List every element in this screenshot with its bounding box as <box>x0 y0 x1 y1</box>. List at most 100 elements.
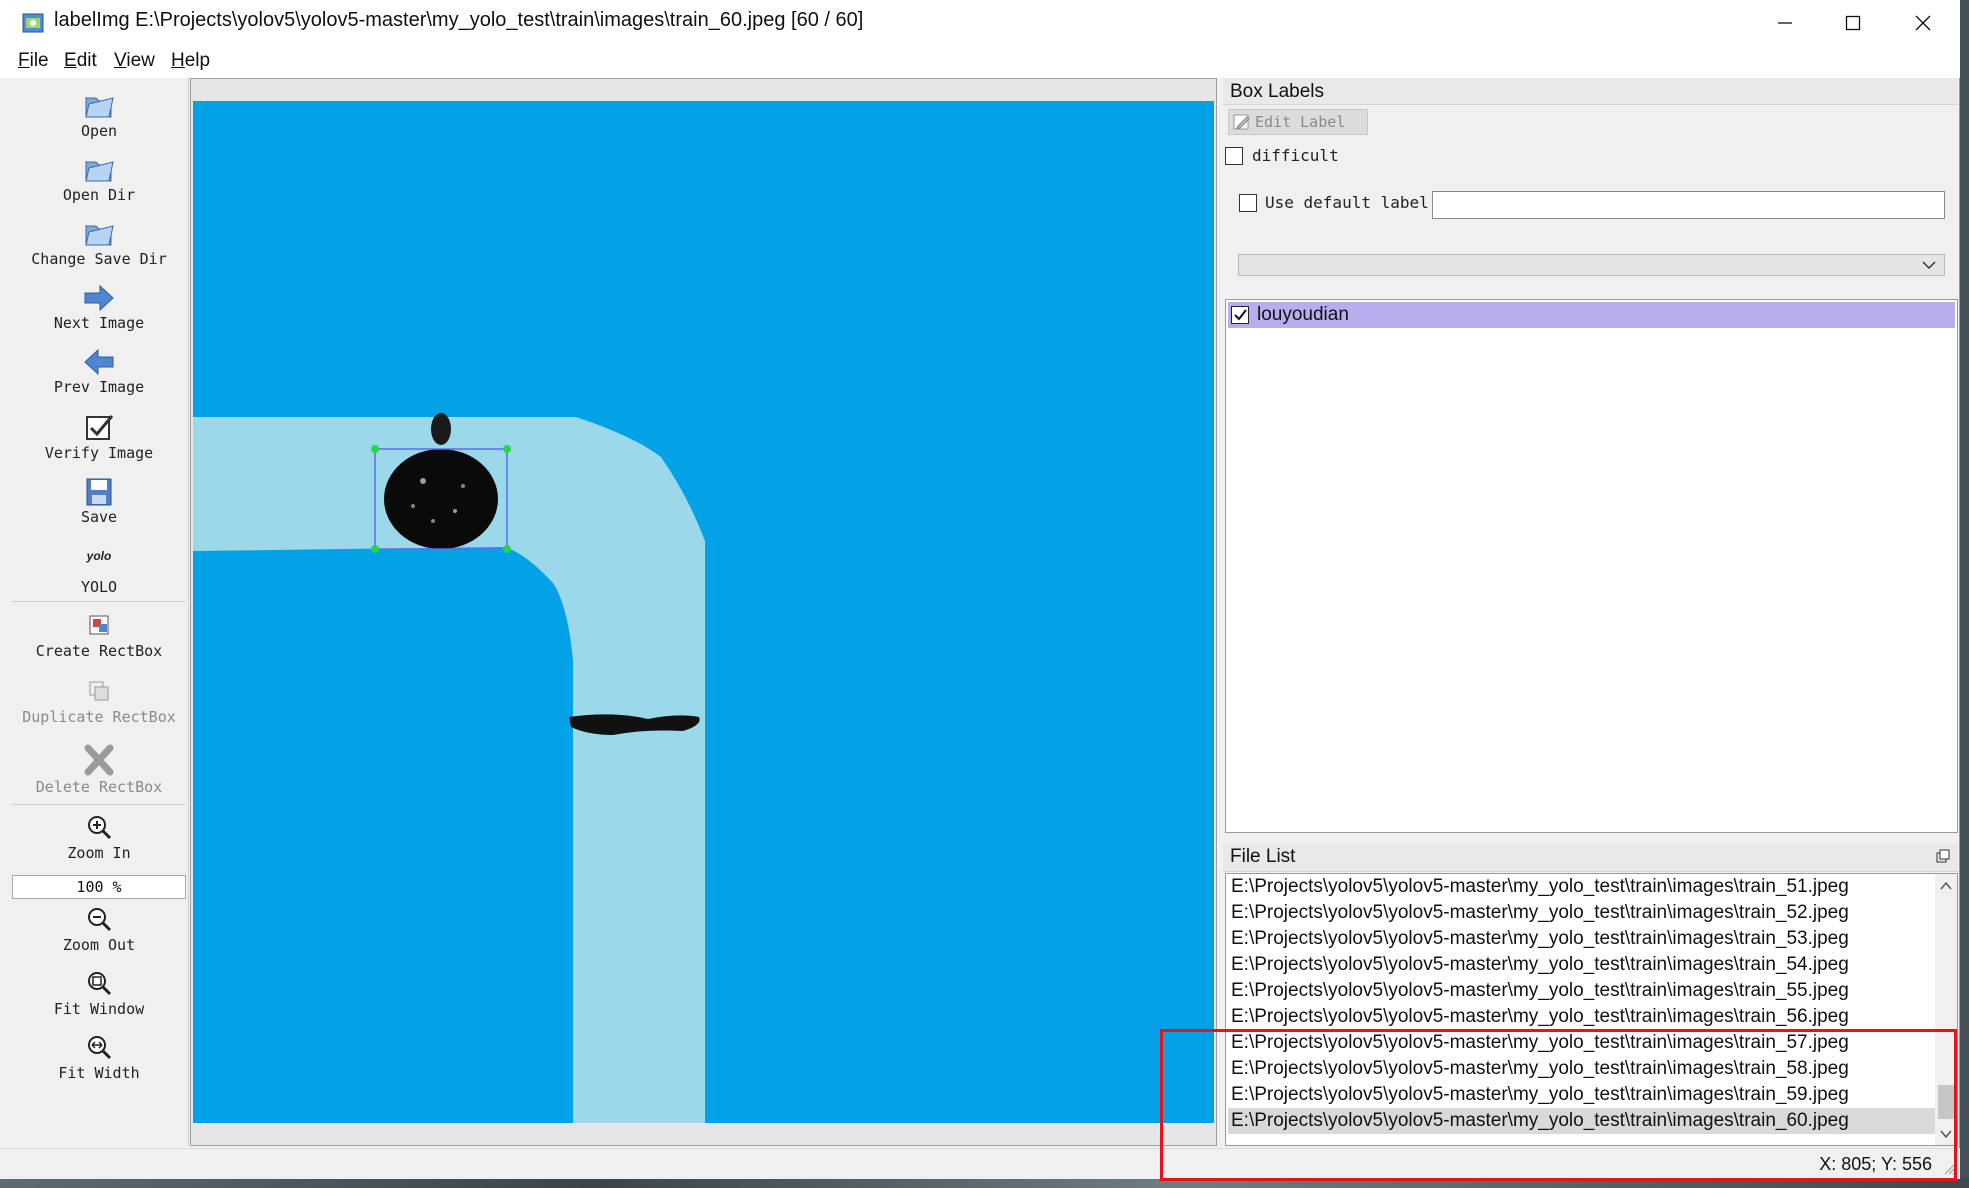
toolbar-separator <box>12 804 186 805</box>
bbox-handle[interactable] <box>371 545 379 553</box>
scroll-down-icon[interactable] <box>1935 1126 1957 1142</box>
folder-icon <box>85 161 114 182</box>
menu-bar: File Edit View Help <box>0 46 1960 78</box>
duplicate-rectbox-button[interactable]: Duplicate RectBox <box>10 676 188 726</box>
label-list-item[interactable]: louyoudian <box>1228 302 1955 328</box>
zoom-value-spinbox[interactable]: 100 % <box>12 875 186 899</box>
open-dir-label: Open Dir <box>62 186 136 204</box>
file-list-item[interactable]: E:\Projects\yolov5\yolov5-master\my_yolo… <box>1228 900 1936 926</box>
verify-image-button[interactable]: Verify Image <box>10 412 188 462</box>
file-list-item[interactable]: E:\Projects\yolov5\yolov5-master\my_yolo… <box>1228 1030 1936 1056</box>
default-label-input[interactable] <box>1432 191 1945 219</box>
file-list-item[interactable]: E:\Projects\yolov5\yolov5-master\my_yolo… <box>1228 978 1936 1004</box>
chevron-down-icon <box>1922 261 1936 270</box>
create-rectbox-button[interactable]: Create RectBox <box>10 610 188 660</box>
edit-icon <box>1233 114 1250 130</box>
close-button[interactable] <box>1888 0 1958 46</box>
create-rectbox-label: Create RectBox <box>35 642 163 660</box>
window-title: labelImg E:\Projects\yolov5\yolov5-maste… <box>54 9 864 31</box>
prev-image-label: Prev Image <box>53 378 145 396</box>
desktop-background <box>0 1178 1969 1188</box>
label-visible-checkbox[interactable] <box>1231 306 1249 324</box>
resize-grip-icon[interactable] <box>1942 1161 1956 1175</box>
next-image-button[interactable]: Next Image <box>10 282 188 332</box>
cursor-coordinates: X: 805; Y: 556 <box>1819 1154 1932 1174</box>
folder-open-icon <box>85 97 114 118</box>
status-bar: X: 805; Y: 556 <box>0 1148 1960 1179</box>
scroll-up-icon[interactable] <box>1935 878 1957 894</box>
duplicate-rectbox-label: Duplicate RectBox <box>22 708 176 726</box>
label-combo-box[interactable] <box>1238 254 1945 276</box>
open-dir-button[interactable]: Open Dir <box>10 154 188 204</box>
use-default-label-checkbox[interactable] <box>1239 194 1257 212</box>
edit-label-text: Edit Label <box>1255 113 1346 131</box>
file-list-scrollbar[interactable] <box>1935 874 1957 1145</box>
minimize-button[interactable] <box>1750 0 1820 46</box>
title-bar[interactable]: labelImg E:\Projects\yolov5\yolov5-maste… <box>0 0 1960 46</box>
menu-help[interactable]: Help <box>171 50 210 72</box>
next-image-label: Next Image <box>53 314 145 332</box>
labelimg-app-icon <box>22 13 44 33</box>
prev-image-button[interactable]: Prev Image <box>10 346 188 396</box>
zoom-in-button[interactable]: Zoom In <box>10 812 188 862</box>
delete-rectbox-label: Delete RectBox <box>35 778 163 796</box>
bbox-handle[interactable] <box>503 445 511 453</box>
difficult-checkbox[interactable] <box>1225 147 1243 165</box>
minimize-icon <box>1778 22 1792 24</box>
edit-label-button[interactable]: Edit Label <box>1228 109 1368 135</box>
scroll-thumb[interactable] <box>1938 1085 1954 1119</box>
bbox-handle[interactable] <box>503 545 511 553</box>
difficult-label: difficult <box>1252 146 1339 165</box>
delete-icon <box>84 744 114 776</box>
label-list[interactable]: louyoudian <box>1225 299 1958 833</box>
zoom-in-icon <box>88 816 112 840</box>
zoom-out-button[interactable]: Zoom Out <box>10 904 188 954</box>
check-icon <box>1234 309 1247 321</box>
file-list-item[interactable]: E:\Projects\yolov5\yolov5-master\my_yolo… <box>1228 1082 1936 1108</box>
yolo-format-label: YOLO <box>80 578 118 596</box>
folder-icon <box>85 225 114 246</box>
fit-window-button[interactable]: Fit Window <box>10 968 188 1018</box>
file-list-title: File List <box>1230 846 1296 867</box>
delete-rectbox-button[interactable]: Delete RectBox <box>10 742 188 796</box>
label-list-item-text: louyoudian <box>1257 304 1349 325</box>
menu-edit[interactable]: Edit <box>64 50 97 72</box>
use-default-label-text: Use default label <box>1265 193 1429 212</box>
menu-view[interactable]: View <box>114 50 155 72</box>
open-label: Open <box>80 122 118 140</box>
maximize-button[interactable] <box>1818 0 1888 46</box>
box-labels-title: Box Labels <box>1230 81 1325 102</box>
zoom-in-label: Zoom In <box>67 844 131 862</box>
toolbar-separator <box>12 601 186 602</box>
change-save-dir-button[interactable]: Change Save Dir <box>10 218 188 268</box>
checkbox-icon <box>86 415 114 440</box>
file-list-item[interactable]: E:\Projects\yolov5\yolov5-master\my_yolo… <box>1228 874 1936 900</box>
image-canvas[interactable] <box>193 101 1214 1123</box>
close-icon <box>1915 15 1931 31</box>
fit-width-icon <box>88 1036 112 1060</box>
file-list-item[interactable]: E:\Projects\yolov5\yolov5-master\my_yolo… <box>1228 952 1936 978</box>
menu-file[interactable]: File <box>18 50 49 72</box>
duplicate-icon <box>89 681 109 701</box>
bbox-handle[interactable] <box>371 445 379 453</box>
open-button[interactable]: Open <box>10 90 188 140</box>
save-button[interactable]: Save <box>10 476 188 526</box>
file-list-item[interactable]: E:\Projects\yolov5\yolov5-master\my_yolo… <box>1228 1004 1936 1030</box>
save-label: Save <box>80 508 118 526</box>
file-list-item-selected[interactable]: E:\Projects\yolov5\yolov5-master\my_yolo… <box>1228 1108 1936 1134</box>
file-list-item[interactable]: E:\Projects\yolov5\yolov5-master\my_yolo… <box>1228 926 1936 952</box>
arrow-right-icon <box>84 284 114 312</box>
arrow-left-icon <box>84 348 114 376</box>
undock-icon[interactable] <box>1936 849 1950 863</box>
zoom-out-icon <box>88 908 112 932</box>
file-list-item[interactable]: E:\Projects\yolov5\yolov5-master\my_yolo… <box>1228 1056 1936 1082</box>
change-save-dir-label: Change Save Dir <box>31 250 167 268</box>
yolo-format-button[interactable]: yolo YOLO <box>10 546 188 596</box>
file-list[interactable]: E:\Projects\yolov5\yolov5-master\my_yolo… <box>1225 873 1958 1146</box>
fit-width-button[interactable]: Fit Width <box>10 1032 188 1082</box>
file-list-header <box>1223 843 1958 872</box>
image-canvas-area[interactable] <box>190 78 1217 1146</box>
maximize-icon <box>1845 15 1861 31</box>
verify-image-label: Verify Image <box>44 444 154 462</box>
zoom-out-label: Zoom Out <box>62 936 136 954</box>
